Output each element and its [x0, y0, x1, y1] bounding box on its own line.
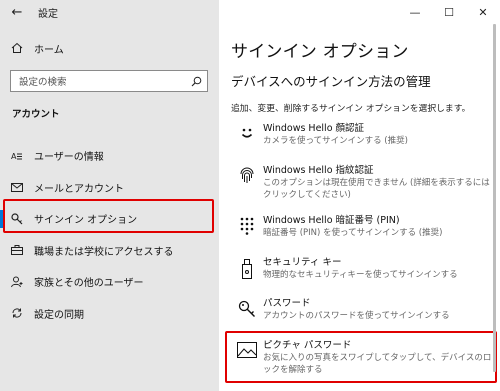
option-subtitle: カメラを使ってサインインする (推奨) [263, 136, 408, 146]
option-text: Windows Hello 顔認証 カメラを使ってサインインする (推奨) [263, 122, 493, 147]
option-text: Windows Hello 暗証番号 (PIN) 暗証番号 (PIN) を使って… [263, 214, 493, 239]
option-text: パスワード アカウントのパスワードを使ってサインインする [263, 297, 493, 322]
usb-key-icon [231, 256, 263, 281]
page-description: 追加、変更、削除するサインイン オプションを選択します。 [231, 104, 471, 114]
option-title: セキュリティ キー [263, 257, 342, 268]
window-controls: — ☐ ✕ [398, 0, 500, 24]
main-pane: — ☐ ✕ サインイン オプション デバイスへのサインイン方法の管理 追加、変更… [219, 0, 500, 391]
sidebar-item-label: 家族とその他のユーザー [34, 278, 144, 290]
option-title: パスワード [263, 298, 311, 309]
minimize-button[interactable]: — [398, 0, 432, 24]
option-pin[interactable]: Windows Hello 暗証番号 (PIN) 暗証番号 (PIN) を使って… [231, 214, 493, 239]
option-subtitle: アカウントのパスワードを使ってサインインする [263, 311, 450, 321]
option-subtitle: 暗証番号 (PIN) を使ってサインインする (推奨) [263, 228, 443, 238]
option-face[interactable]: Windows Hello 顔認証 カメラを使ってサインインする (推奨) [231, 122, 493, 147]
settings-nav-pane: ← 設定 ホーム 設定の検索 アカウント A ユーザーの情報 メールとアカウント [0, 0, 219, 391]
nav-list: A ユーザーの情報 メールとアカウント サインイン オプション 職場または学校に… [0, 140, 219, 329]
close-button[interactable]: ✕ [466, 0, 500, 24]
highlight-box [225, 331, 497, 383]
user-info-icon: A [0, 151, 34, 161]
sidebar-item-label: 設定の同期 [34, 309, 84, 321]
section-heading: アカウント [12, 109, 60, 120]
pin-icon [231, 214, 263, 239]
briefcase-icon [0, 245, 34, 256]
search-icon[interactable] [185, 76, 207, 87]
sidebar-item-label: ユーザーの情報 [34, 152, 104, 164]
option-text: Windows Hello 指紋認証 このオプションは現在使用できません (詳細… [263, 164, 493, 201]
option-title: Windows Hello 指紋認証 [263, 165, 374, 176]
sidebar-item-label: 職場または学校にアクセスする [34, 246, 174, 258]
sidebar-item-sync[interactable]: 設定の同期 [0, 298, 219, 330]
sidebar-item-work-school[interactable]: 職場または学校にアクセスする [0, 235, 219, 267]
highlight-box [3, 199, 214, 233]
people-icon [0, 276, 34, 288]
home-icon [0, 42, 34, 54]
page-subtitle: デバイスへのサインイン方法の管理 [231, 74, 431, 89]
sidebar-item-user-info[interactable]: A ユーザーの情報 [0, 140, 219, 172]
option-title: Windows Hello 暗証番号 (PIN) [263, 215, 400, 226]
key-icon [231, 297, 263, 322]
option-security-key[interactable]: セキュリティ キー 物理的なセキュリティキーを使ってサインインする [231, 256, 493, 281]
home-label: ホーム [34, 44, 64, 56]
search-placeholder: 設定の検索 [19, 77, 67, 88]
sidebar-item-family[interactable]: 家族とその他のユーザー [0, 266, 219, 298]
option-fingerprint[interactable]: Windows Hello 指紋認証 このオプションは現在使用できません (詳細… [231, 164, 493, 201]
fingerprint-icon [231, 164, 263, 201]
option-subtitle: 物理的なセキュリティキーを使ってサインインする [263, 270, 458, 280]
window-title: 設定 [38, 8, 58, 20]
option-text: セキュリティ キー 物理的なセキュリティキーを使ってサインインする [263, 256, 493, 281]
mail-icon [0, 182, 34, 192]
option-password[interactable]: パスワード アカウントのパスワードを使ってサインインする [231, 297, 493, 322]
option-subtitle: このオプションは現在使用できません (詳細を表示するにはクリックしてください) [263, 178, 490, 200]
maximize-button[interactable]: ☐ [432, 0, 466, 24]
scrollbar[interactable] [493, 24, 496, 372]
sync-icon [0, 307, 34, 319]
option-title: Windows Hello 顔認証 [263, 123, 365, 134]
face-icon [231, 122, 263, 147]
sidebar-item-label: メールとアカウント [34, 183, 124, 195]
search-input[interactable]: 設定の検索 [10, 70, 208, 92]
page-title: サインイン オプション [231, 42, 409, 62]
title-bar: ← 設定 [0, 0, 219, 24]
svg-text:A: A [11, 152, 17, 161]
back-arrow-icon[interactable]: ← [0, 5, 34, 20]
nav-home[interactable]: ホーム [0, 36, 219, 60]
